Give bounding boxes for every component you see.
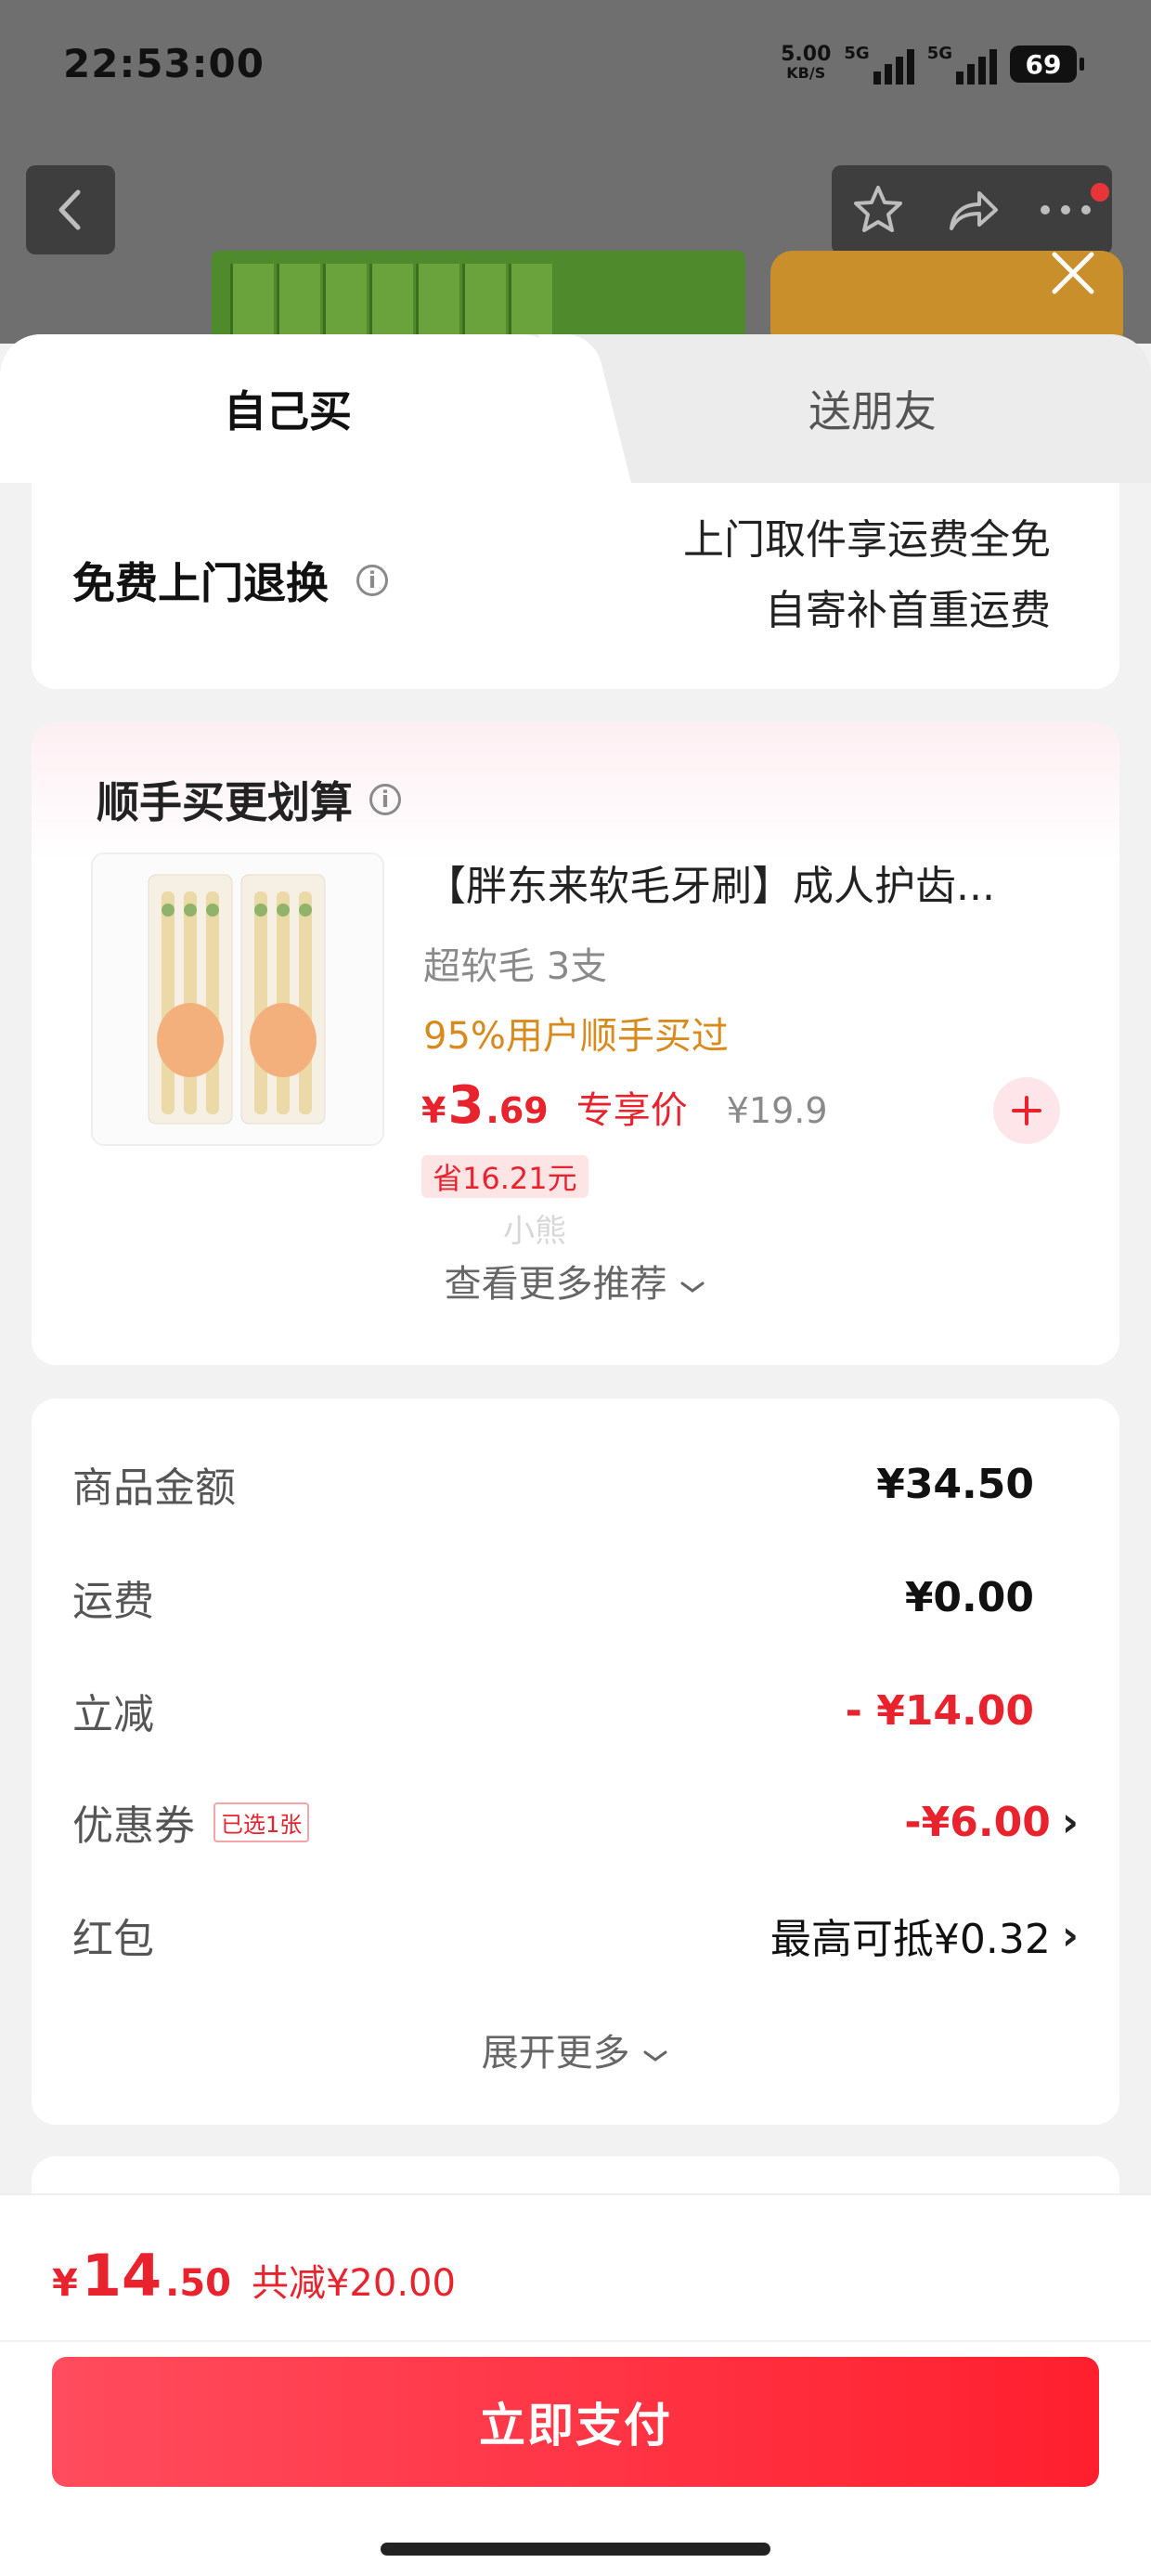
total-currency: ¥ <box>52 2262 78 2305</box>
coupon-label: 优惠券 <box>72 1802 195 1850</box>
product-price: ¥3.69 专享价 ¥19.9 <box>421 1075 828 1136</box>
summary-row-instant-discount: 立减 - ¥14.00 <box>72 1673 1079 1748</box>
expand-more-label: 展开更多 <box>481 2032 630 2075</box>
status-time: 22:53:00 <box>63 41 265 86</box>
summary-value: ¥34.50 <box>876 1461 1079 1508</box>
shipping-value: ¥0.00 <box>904 1573 1034 1621</box>
star-icon <box>854 186 903 232</box>
back-button[interactable] <box>26 165 115 254</box>
watermark: 小熊 <box>503 1213 566 1250</box>
signal-label: 5G <box>844 44 870 63</box>
chevron-left-icon <box>58 189 81 230</box>
combo-card: 顺手买更划算 i 【胖东来软毛牙刷】成人护齿... 超软毛 3支 95%用户顺手… <box>32 722 1119 1365</box>
summary-row-goods-amount: 商品金额 ¥34.50 <box>72 1447 1079 1521</box>
product-image[interactable] <box>91 852 384 1146</box>
net-speed-value: 5.00 <box>781 43 832 66</box>
summary-value: 最高可抵¥0.32 › <box>770 1906 1079 1965</box>
price-decimal: .69 <box>485 1090 549 1131</box>
save-badge: 省16.21元 <box>421 1155 588 1198</box>
original-price: ¥19.9 <box>726 1090 828 1131</box>
return-service-line1: 上门取件享运费全免 <box>683 516 1051 564</box>
status-icons: 5.00 KB/S 5G 5G 69 <box>781 41 1084 87</box>
total-decimal: .50 <box>165 2262 231 2305</box>
price-currency: ¥ <box>421 1090 446 1131</box>
tab-friend-label: 送朋友 <box>808 386 937 436</box>
plus-icon <box>1012 1096 1041 1125</box>
battery-icon: 69 <box>1010 46 1084 83</box>
share-button[interactable] <box>939 177 1004 242</box>
return-service-title: 免费上门退换 i <box>72 550 388 611</box>
info-icon[interactable]: i <box>369 784 401 815</box>
summary-row-shipping: 运费 ¥0.00 <box>72 1560 1079 1634</box>
see-more-recommendations[interactable]: 查看更多推荐 <box>32 1254 1119 1308</box>
red-packet-value: 最高可抵¥0.32 <box>769 1916 1051 1963</box>
home-indicator <box>381 2543 770 2556</box>
product-spec[interactable]: 超软毛 3支 <box>423 936 607 990</box>
total-integer: 14 <box>81 2242 162 2309</box>
summary-value: ¥0.00 <box>905 1574 1079 1621</box>
net-speed-unit: KB/S <box>786 64 826 82</box>
return-service-card: 免费上门退换 i 上门取件享运费全免 自寄补首重运费 <box>32 483 1119 689</box>
total-price: ¥ 14 .50 共减¥20.00 <box>52 2242 456 2309</box>
signal-icon: 5G <box>844 44 914 85</box>
pay-now-button[interactable]: 立即支付 <box>52 2357 1099 2487</box>
goods-amount-value: ¥34.50 <box>876 1460 1034 1508</box>
combo-title-text: 顺手买更划算 <box>97 777 353 827</box>
exclusive-price-label: 专享价 <box>576 1089 688 1132</box>
close-button[interactable] <box>1043 243 1103 303</box>
combo-title: 顺手买更划算 i <box>97 769 401 830</box>
signal-label: 5G <box>926 44 952 63</box>
chevron-down-icon <box>643 2050 667 2062</box>
expand-more-button[interactable]: 展开更多 <box>32 2023 1119 2076</box>
summary-label: 红包 <box>72 1916 154 1963</box>
total-savings: 共减¥20.00 <box>251 2262 456 2305</box>
notification-dot <box>1088 180 1112 204</box>
add-to-order-button[interactable] <box>993 1077 1060 1144</box>
return-service-detail: 上门取件享运费全免 自寄补首重运费 <box>683 505 1051 646</box>
toothbrush-pack-image <box>148 874 326 1125</box>
signal-icon: 5G <box>927 44 997 85</box>
product-popularity-tag: 95%用户顺手买过 <box>423 1015 729 1058</box>
more-icon <box>1040 205 1091 215</box>
chevron-right-icon: › <box>1061 1798 1079 1846</box>
checkout-footer: ¥ 14 .50 共减¥20.00 立即支付 <box>0 2193 1151 2576</box>
tab-self-label: 自己买 <box>224 386 352 436</box>
summary-label: 商品金额 <box>72 1464 236 1512</box>
summary-value: -¥6.00 › <box>904 1799 1079 1846</box>
return-service-title-text: 免费上门退换 <box>72 558 329 608</box>
top-actions <box>832 165 1112 254</box>
chevron-down-icon <box>680 1281 705 1293</box>
coupon-value: -¥6.00 <box>904 1798 1051 1846</box>
summary-label: 运费 <box>72 1578 154 1625</box>
tab-self[interactable]: 自己买 <box>0 334 576 483</box>
net-speed: 5.00 KB/S <box>781 43 832 83</box>
footer-divider <box>0 2340 1151 2342</box>
summary-row-coupon[interactable]: 优惠券 已选1张 -¥6.00 › <box>72 1785 1079 1859</box>
summary-row-red-packet[interactable]: 红包 最高可抵¥0.32 › <box>72 1898 1079 1972</box>
summary-value: - ¥14.00 <box>846 1687 1079 1735</box>
close-icon <box>1052 252 1094 294</box>
instant-discount-value: - ¥14.00 <box>845 1686 1034 1735</box>
product-name[interactable]: 【胖东来软毛牙刷】成人护齿... <box>425 852 1075 912</box>
price-integer: 3 <box>447 1075 485 1136</box>
info-icon[interactable]: i <box>356 565 388 596</box>
tab-friend[interactable]: 送朋友 <box>594 334 1151 483</box>
price-summary-card: 商品金额 ¥34.50 运费 ¥0.00 立减 - ¥14.00 优惠券 已选1张… <box>32 1399 1119 2125</box>
coupon-selected-badge: 已选1张 <box>213 1802 310 1842</box>
tab-bar: 自己买 送朋友 <box>0 334 1151 483</box>
return-service-line2: 自寄补首重运费 <box>765 587 1051 634</box>
summary-label: 立减 <box>72 1691 154 1738</box>
share-icon <box>949 191 998 230</box>
see-more-label: 查看更多推荐 <box>444 1263 667 1306</box>
summary-label: 优惠券 已选1张 <box>72 1792 310 1852</box>
chevron-right-icon: › <box>1061 1911 1079 1959</box>
favorite-button[interactable] <box>846 177 911 242</box>
